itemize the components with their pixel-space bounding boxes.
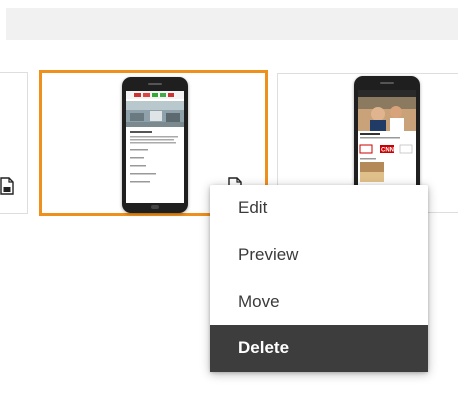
article-preview-image xyxy=(126,91,184,183)
document-icon xyxy=(0,177,14,195)
context-menu: Edit Preview Move Delete xyxy=(210,185,428,372)
top-bar xyxy=(6,8,458,40)
cnn-logo: CNN xyxy=(381,148,394,154)
screen: CNN Edit Preview Move Delete xyxy=(0,0,458,398)
phone-mockup xyxy=(122,77,188,213)
phone-speaker xyxy=(380,82,394,84)
phone-screen xyxy=(126,91,184,203)
phone-home-button xyxy=(151,205,159,209)
menu-item-delete[interactable]: Delete xyxy=(210,325,428,372)
menu-item-preview[interactable]: Preview xyxy=(210,232,428,279)
template-card-left[interactable] xyxy=(0,72,28,214)
phone-speaker xyxy=(148,83,162,85)
menu-item-move[interactable]: Move xyxy=(210,279,428,326)
menu-item-edit[interactable]: Edit xyxy=(210,185,428,232)
